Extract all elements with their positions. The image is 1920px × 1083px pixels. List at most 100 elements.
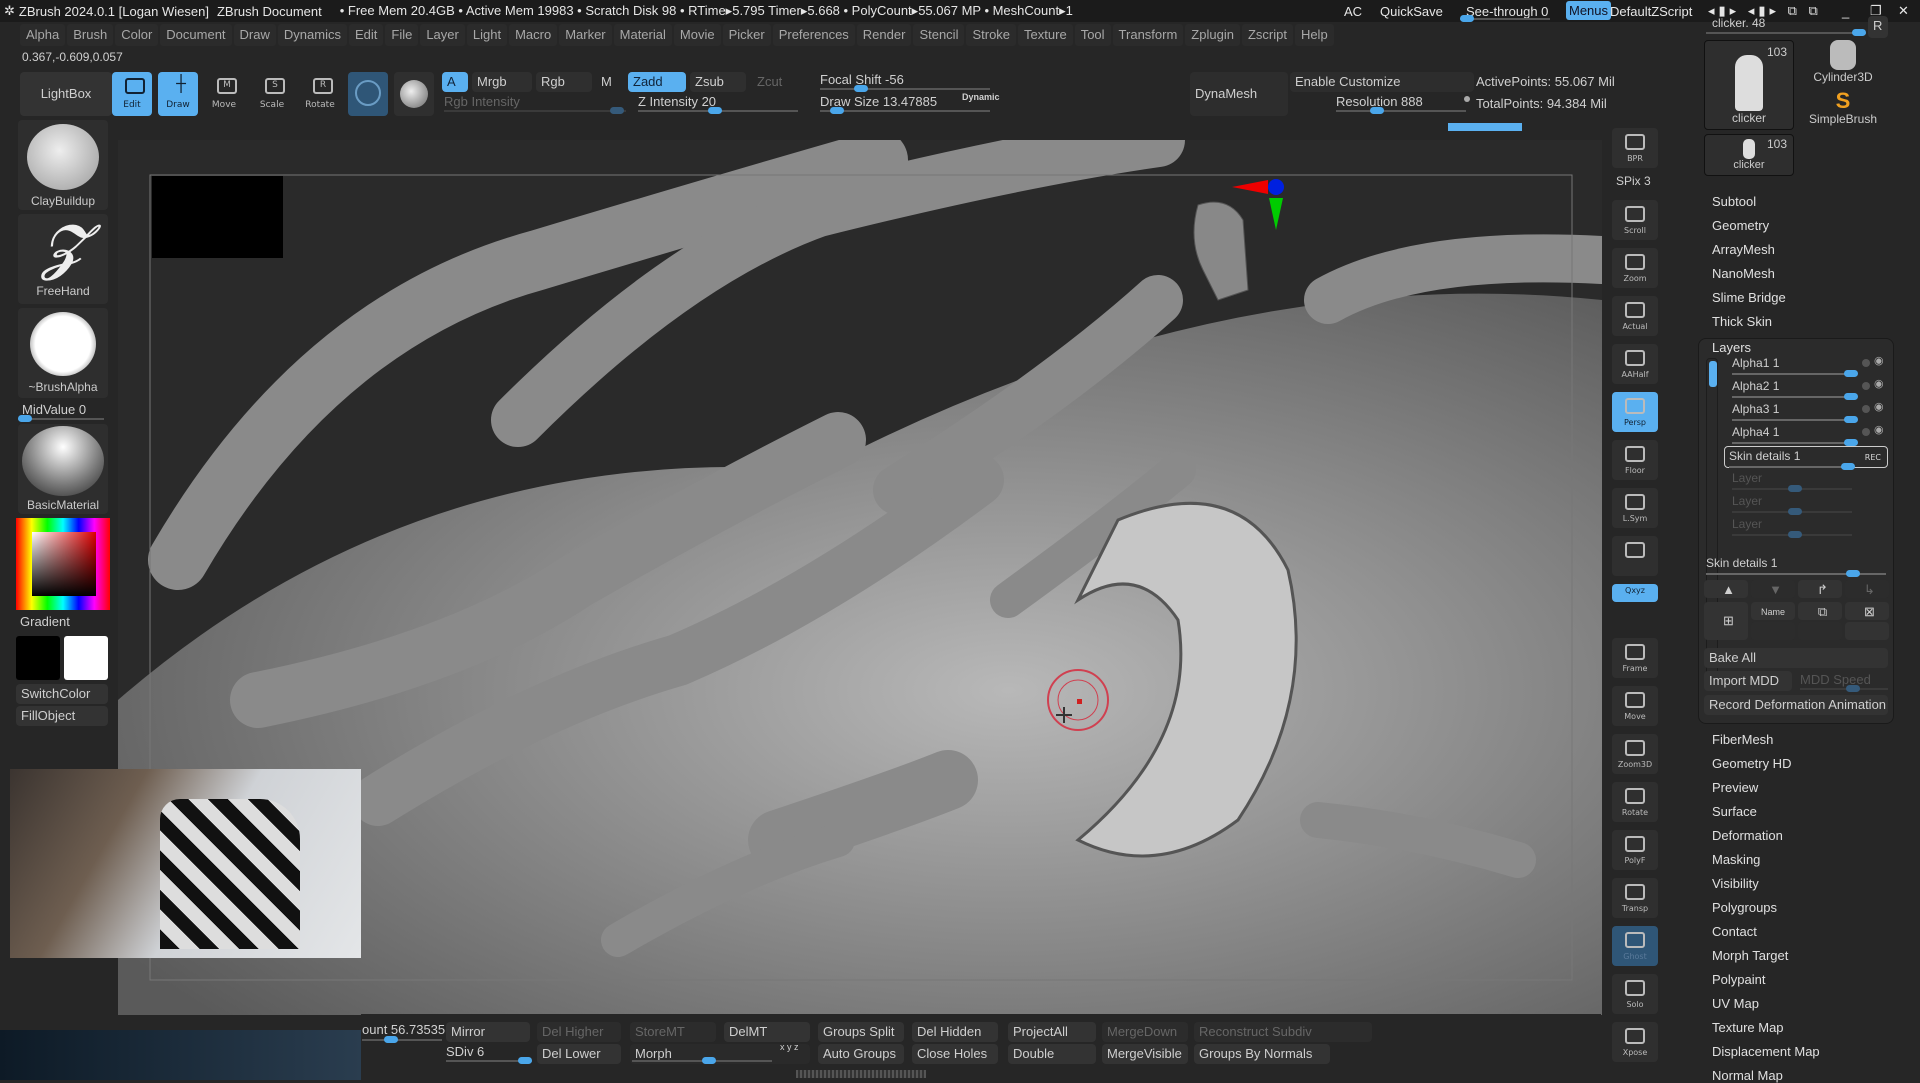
layer-strength-slider[interactable]: [1732, 485, 1852, 492]
slider-knob[interactable]: [1844, 370, 1858, 377]
panel-item-surface[interactable]: Surface: [1712, 804, 1757, 819]
rgb-intensity-slider[interactable]: [444, 107, 626, 114]
menu-color[interactable]: Color: [115, 24, 159, 46]
shelf-ghost-button[interactable]: Ghost: [1612, 926, 1658, 966]
shelf-l-sym-button[interactable]: L.Sym: [1612, 488, 1658, 528]
edit-button[interactable]: Edit: [112, 72, 152, 116]
bottom-close-holes-button[interactable]: Close Holes: [912, 1044, 998, 1064]
menu-draw[interactable]: Draw: [233, 24, 276, 46]
zsub-toggle[interactable]: Zsub: [690, 72, 746, 92]
shelf-bpr-button[interactable]: BPR: [1612, 128, 1658, 168]
bottom-reconstruct-subdiv-button[interactable]: Reconstruct Subdiv: [1194, 1022, 1372, 1042]
layer-record-dot-icon[interactable]: [1862, 405, 1870, 413]
delete-layer-button[interactable]: ⊠: [1845, 602, 1889, 620]
menu-edit[interactable]: Edit: [348, 24, 384, 46]
bottom-storemt-button[interactable]: StoreMT: [630, 1022, 716, 1042]
menu-preferences[interactable]: Preferences: [772, 24, 855, 46]
switchcolor-button[interactable]: SwitchColor: [16, 684, 108, 704]
panel-item-texture-map[interactable]: Texture Map: [1712, 1020, 1784, 1035]
shelf-zoom3d-button[interactable]: Zoom3D: [1612, 734, 1658, 774]
zcut-toggle[interactable]: Zcut: [752, 72, 792, 92]
menu-macro[interactable]: Macro: [509, 24, 558, 46]
shelf-polyf-button[interactable]: PolyF: [1612, 830, 1658, 870]
layer-row[interactable]: Alpha3 1 ◉: [1728, 400, 1886, 423]
layer-record-dot-icon[interactable]: [1862, 359, 1870, 367]
menu-zscript[interactable]: Zscript: [1241, 24, 1293, 46]
shelf-frame-button[interactable]: Frame: [1612, 638, 1658, 678]
panel-item-normal-map[interactable]: Normal Map: [1712, 1068, 1783, 1083]
panel-item-polypaint[interactable]: Polypaint: [1712, 972, 1765, 987]
color-saturation-square[interactable]: [32, 532, 96, 596]
shelf-zoom-button[interactable]: Zoom: [1612, 248, 1658, 288]
bottom-groups-split-button[interactable]: Groups Split: [818, 1022, 904, 1042]
menu-transform[interactable]: Transform: [1112, 24, 1184, 46]
slider-knob[interactable]: [1844, 416, 1858, 423]
slider-knob[interactable]: [1788, 485, 1802, 492]
slider-knob[interactable]: [1844, 393, 1858, 400]
menu-texture[interactable]: Texture: [1018, 24, 1073, 46]
bake-layer-button[interactable]: [1798, 622, 1842, 640]
see-through-track[interactable]: [1460, 15, 1550, 22]
gizmo-toggle-button[interactable]: [394, 72, 434, 116]
shelf-scroll-button[interactable]: Scroll: [1612, 200, 1658, 240]
shelf-qxyz-button[interactable]: Qxyz: [1612, 584, 1658, 602]
eye-icon[interactable]: ◉: [1874, 400, 1884, 413]
menu-alpha[interactable]: Alpha: [20, 24, 66, 46]
zadd-toggle[interactable]: Zadd: [628, 72, 686, 92]
dynamesh-button[interactable]: DynaMesh: [1190, 72, 1288, 116]
eye-icon[interactable]: ◉: [1874, 377, 1884, 390]
menu-layer[interactable]: Layer: [420, 24, 465, 46]
layer-row[interactable]: Alpha2 1 ◉: [1728, 377, 1886, 400]
spix-slider[interactable]: SPix 3: [1616, 174, 1651, 188]
layer-name-button[interactable]: Name: [1751, 602, 1795, 620]
bottom-mirror-button[interactable]: Mirror: [446, 1022, 530, 1042]
panel-item-thick-skin[interactable]: Thick Skin: [1712, 314, 1772, 329]
move-button[interactable]: M Move: [204, 72, 244, 116]
gradient-button[interactable]: Gradient: [20, 614, 70, 629]
r-button[interactable]: R: [1868, 16, 1888, 38]
menu-zplugin[interactable]: Zplugin: [1185, 24, 1240, 46]
move-layer-up-button[interactable]: ▲: [1704, 580, 1748, 598]
panel-item-geometry-hd[interactable]: Geometry HD: [1712, 756, 1791, 771]
slider-knob[interactable]: [702, 1057, 716, 1064]
bottom-del-lower-button[interactable]: Del Lower: [537, 1044, 621, 1064]
rotate-button[interactable]: R Rotate: [300, 72, 340, 116]
record-deformation-button[interactable]: Record Deformation Animation: [1704, 695, 1888, 715]
panel-item-arraymesh[interactable]: ArrayMesh: [1712, 242, 1775, 257]
midvalue-slider[interactable]: [18, 415, 104, 422]
layer-strength-slider[interactable]: [1732, 531, 1852, 538]
shelf-transp-button[interactable]: Transp: [1612, 878, 1658, 918]
layer-record-dot-icon[interactable]: [1862, 428, 1870, 436]
bottom-double-button[interactable]: Double: [1008, 1044, 1096, 1064]
menu-file[interactable]: File: [385, 24, 419, 46]
menus-toggle[interactable]: Menus: [1566, 1, 1612, 20]
menu-document[interactable]: Document: [160, 24, 232, 46]
layer-row[interactable]: Skin details 1 REC: [1724, 446, 1888, 470]
close-icon[interactable]: ✕: [1898, 3, 1909, 19]
layer-strength-slider[interactable]: [1732, 393, 1858, 400]
menu-tool[interactable]: Tool: [1074, 24, 1111, 46]
panel-item-nanomesh[interactable]: NanoMesh: [1712, 266, 1775, 281]
morph-xyz-label[interactable]: x y z: [780, 1042, 799, 1052]
menu-stencil[interactable]: Stencil: [913, 24, 965, 46]
empty-layer-row[interactable]: Layer: [1728, 515, 1886, 538]
panel-item-subtool[interactable]: Subtool: [1712, 194, 1756, 209]
tool-slider[interactable]: [1706, 29, 1866, 36]
redo-layer-button[interactable]: ↱: [1798, 580, 1842, 598]
menu-help[interactable]: Help: [1294, 24, 1334, 46]
bottom-delmt-button[interactable]: DelMT: [724, 1022, 810, 1042]
rgb-toggle[interactable]: Rgb: [536, 72, 592, 92]
menu-marker[interactable]: Marker: [559, 24, 612, 46]
brush-selector[interactable]: ClayBuildup: [18, 120, 108, 210]
menu-movie[interactable]: Movie: [673, 24, 721, 46]
primary-color-swatch[interactable]: [64, 636, 108, 680]
panel-item-preview[interactable]: Preview: [1712, 780, 1758, 795]
layer-row[interactable]: Alpha1 1 ◉: [1728, 354, 1886, 377]
secondary-color-swatch[interactable]: [16, 636, 60, 680]
rec-button[interactable]: REC: [1865, 453, 1881, 462]
panel-item-contact[interactable]: Contact: [1712, 924, 1757, 939]
layer-split-button[interactable]: ↳: [1845, 580, 1889, 598]
menu-picker[interactable]: Picker: [722, 24, 771, 46]
mrgb-toggle[interactable]: Mrgb: [472, 72, 532, 92]
layer-row[interactable]: Alpha4 1 ◉: [1728, 423, 1886, 446]
